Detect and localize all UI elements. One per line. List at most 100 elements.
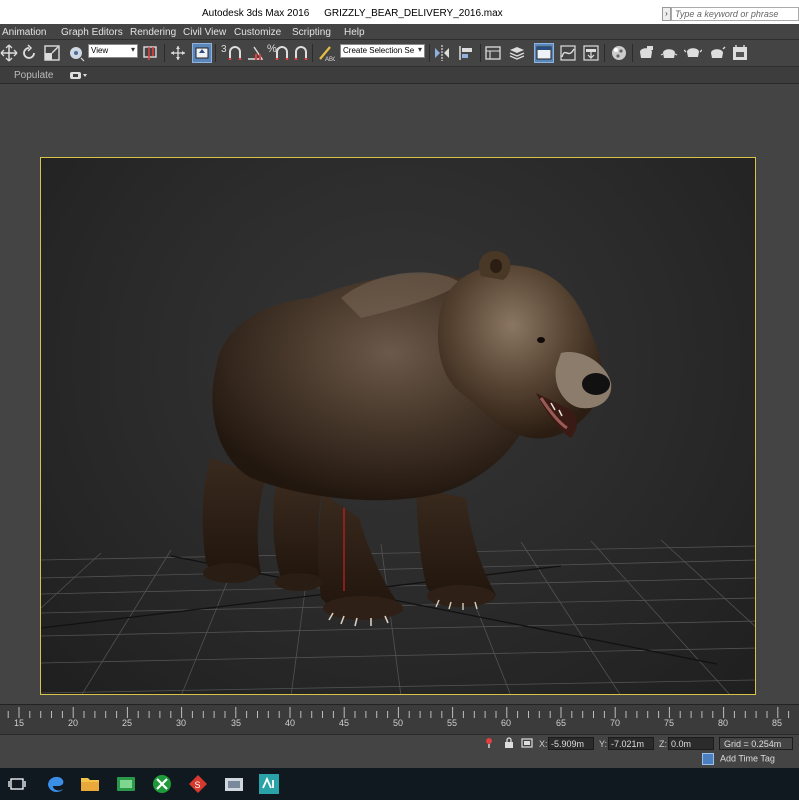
menu-scripting[interactable]: Scripting <box>292 27 331 38</box>
app-title: Autodesk 3ds Max 2016 <box>202 8 310 19</box>
add-time-tag-button[interactable]: Add Time Tag <box>702 753 775 767</box>
y-coord-field[interactable]: -7.021m <box>608 737 654 750</box>
menu-help[interactable]: Help <box>344 27 365 38</box>
xbox-icon[interactable] <box>150 772 174 796</box>
menu-animation[interactable]: Animation <box>2 27 46 38</box>
task-view-icon[interactable] <box>5 772 29 796</box>
toolbar-separator <box>604 44 605 62</box>
select-move-icon[interactable] <box>0 44 18 62</box>
timeline-ticks <box>7 707 790 718</box>
search-input[interactable]: Type a keyword or phrase <box>671 7 799 21</box>
grizzly-bear-model[interactable] <box>202 250 612 627</box>
selection-set-value: Create Selection Se <box>343 46 415 55</box>
chevron-down-icon: ▾ <box>130 45 135 54</box>
timeline-tick-label: 15 <box>13 718 25 728</box>
scale-icon[interactable] <box>43 44 61 62</box>
isolate-selection-icon[interactable] <box>483 737 495 749</box>
toggle-ribbon-icon[interactable] <box>534 43 554 63</box>
ribbon-bar: Populate <box>0 67 799 84</box>
schematic-view-icon[interactable] <box>582 44 600 62</box>
toolbar-separator <box>632 44 633 62</box>
menu-civil-view[interactable]: Civil View <box>183 27 226 38</box>
file-explorer-icon[interactable] <box>78 772 102 796</box>
angle-snap-icon[interactable] <box>246 44 264 62</box>
spinner-snap-icon[interactable] <box>292 44 310 62</box>
toggle-scene-explorer-icon[interactable] <box>484 44 502 62</box>
toolbar-separator <box>215 44 216 62</box>
timeline-tick-label: 60 <box>500 718 512 728</box>
reference-coord-value: View <box>91 46 109 55</box>
reference-coord-select[interactable]: View ▾ <box>88 44 138 58</box>
timeline-tick-label: 80 <box>717 718 729 728</box>
move-gizmo-icon[interactable] <box>169 44 187 62</box>
timeline-tick-label: 25 <box>121 718 133 728</box>
edit-named-selection-icon[interactable]: ABC <box>317 44 335 62</box>
toolbar-separator <box>480 44 481 62</box>
rendered-frame-window-icon[interactable] <box>660 44 678 62</box>
photos-icon[interactable] <box>222 772 246 796</box>
track-bar[interactable]: 15 20 25 30 35 40 45 50 55 60 65 70 75 8… <box>0 704 799 734</box>
search-nav-arrow-icon[interactable]: › <box>662 7 671 21</box>
render-setup-icon[interactable] <box>637 44 655 62</box>
main-toolbar: View ▾ 3 % ABC Create Selection Se ▾ <box>0 40 799 67</box>
timeline-tick-label: 50 <box>392 718 404 728</box>
time-tag-label: Add Time Tag <box>720 753 775 764</box>
toolbar-separator <box>164 44 165 62</box>
x-coord-field[interactable]: -5.909m <box>548 737 594 750</box>
mirror-icon[interactable] <box>433 44 451 62</box>
window-title: Autodesk 3ds Max 2016 GRIZZLY_BEAR_DELIV… <box>202 8 515 19</box>
tab-populate[interactable]: Populate <box>14 70 53 81</box>
toolbar-separator <box>312 44 313 62</box>
y-coord-label: Y: <box>599 739 608 749</box>
timeline-tick-label: 30 <box>175 718 187 728</box>
timeline-tick-label: 55 <box>446 718 458 728</box>
time-tag-icon <box>702 753 714 765</box>
absolute-mode-icon[interactable] <box>521 737 533 749</box>
menu-rendering[interactable]: Rendering <box>130 27 176 38</box>
named-selection-set-select[interactable]: Create Selection Se ▾ <box>340 44 425 58</box>
toolbar-separator <box>429 44 430 62</box>
timeline-tick-label: 35 <box>230 718 242 728</box>
timeline-tick-label: 40 <box>284 718 296 728</box>
snap-magnet-icon[interactable] <box>226 44 244 62</box>
ground-grid <box>41 539 755 694</box>
layers-icon[interactable] <box>508 44 526 62</box>
svg-text:S: S <box>195 780 201 790</box>
use-pivot-center-icon[interactable] <box>192 43 212 63</box>
3dsmax-icon[interactable] <box>257 772 281 796</box>
windows-taskbar: S <box>0 768 799 800</box>
file-title: GRIZZLY_BEAR_DELIVERY_2016.max <box>324 8 503 19</box>
material-editor-icon[interactable] <box>610 44 628 62</box>
align-icon[interactable] <box>457 44 475 62</box>
render-production-icon[interactable] <box>684 44 702 62</box>
title-bar: Autodesk 3ds Max 2016 GRIZZLY_BEAR_DELIV… <box>0 0 799 24</box>
pivot-icon[interactable] <box>67 44 85 62</box>
green-app-icon[interactable] <box>114 772 138 796</box>
red-app-icon[interactable]: S <box>186 772 210 796</box>
percent-snap-magnet-icon[interactable] <box>273 44 291 62</box>
timeline-tick-label: 75 <box>663 718 675 728</box>
viewport-scene <box>41 250 755 694</box>
selection-lock-icon[interactable] <box>503 737 515 749</box>
chevron-down-icon: ▾ <box>417 45 422 54</box>
render-iterative-icon[interactable] <box>708 44 726 62</box>
edge-browser-icon[interactable] <box>44 772 68 796</box>
timeline-tick-label: 65 <box>555 718 567 728</box>
render-shortcuts-icon[interactable] <box>731 44 749 62</box>
ribbon-minimize-icon[interactable] <box>70 71 88 80</box>
menu-customize[interactable]: Customize <box>234 27 281 38</box>
menu-bar: Animation Graph Editors Rendering Civil … <box>0 24 799 40</box>
curve-editor-icon[interactable] <box>559 44 577 62</box>
menu-graph-editors[interactable]: Graph Editors <box>61 27 123 38</box>
x-coord-label: X: <box>539 739 548 749</box>
timeline-tick-label: 20 <box>67 718 79 728</box>
svg-text:ABC: ABC <box>325 57 335 62</box>
z-coord-field[interactable]: 0.0m <box>668 737 714 750</box>
timeline-tick-label: 70 <box>609 718 621 728</box>
status-bar: X: -5.909m Y: -7.021m Z: 0.0m Grid = 0.2… <box>0 734 799 768</box>
perspective-viewport[interactable] <box>40 157 756 695</box>
select-manipulate-icon[interactable] <box>142 44 160 62</box>
z-coord-label: Z: <box>659 739 667 749</box>
rotate-icon[interactable] <box>20 44 38 62</box>
grid-spacing: Grid = 0.254m <box>719 737 793 750</box>
